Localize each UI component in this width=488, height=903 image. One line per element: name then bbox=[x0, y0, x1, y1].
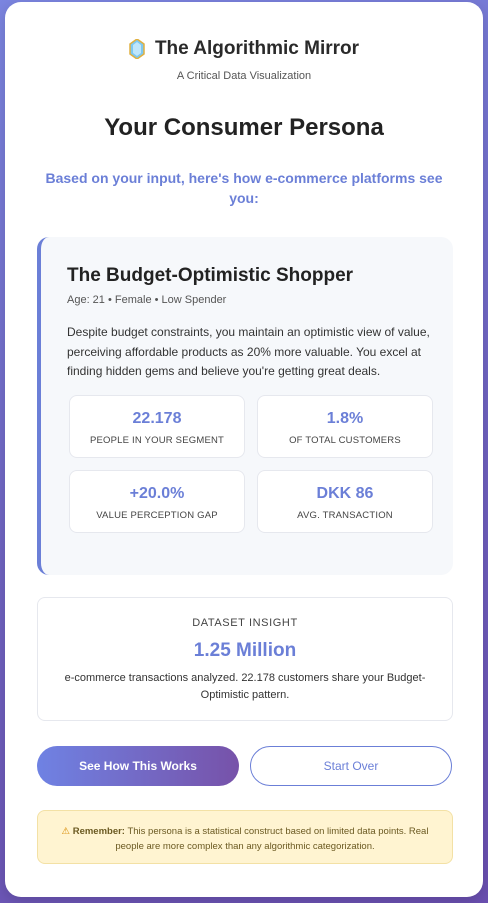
insight-value: 1.25 Million bbox=[193, 640, 297, 661]
see-how-this-works-button[interactable]: See How This Works bbox=[37, 746, 239, 786]
persona-card: The Budget-Optimistic Shopper Age: 21 • … bbox=[37, 237, 453, 575]
page-title: Your Consumer Persona bbox=[104, 114, 384, 141]
notice-heading: Remember: bbox=[72, 826, 125, 837]
notice-text: This persona is a statistical construct … bbox=[115, 826, 429, 852]
insight-text: e-commerce transactions analyzed. 22.178… bbox=[64, 672, 426, 701]
crystal-gem-icon bbox=[129, 39, 145, 59]
stat-value: +20.0% bbox=[129, 485, 185, 502]
stat-value: DKK 86 bbox=[316, 485, 374, 502]
stat-avg-transaction: DKK 86 AVG. TRANSACTION bbox=[257, 470, 433, 533]
main-card: The Algorithmic Mirror A Critical Data V… bbox=[5, 2, 483, 897]
persona-name: The Budget-Optimistic Shopper bbox=[67, 265, 354, 286]
warning-icon: ⚠ bbox=[61, 826, 71, 837]
persona-meta: Age: 21 • Female • Low Spender bbox=[67, 294, 227, 306]
start-over-button[interactable]: Start Over bbox=[250, 746, 452, 786]
stat-label: AVG. TRANSACTION bbox=[297, 510, 393, 521]
stat-label: OF TOTAL CUSTOMERS bbox=[289, 435, 401, 446]
stat-perception-gap: +20.0% VALUE PERCEPTION GAP bbox=[69, 470, 245, 533]
insight-label: DATASET INSIGHT bbox=[192, 617, 298, 629]
persona-description: Despite budget constraints, you maintain… bbox=[67, 325, 430, 378]
stat-segment-size: 22.178 PEOPLE IN YOUR SEGMENT bbox=[69, 395, 245, 458]
stat-value: 22.178 bbox=[132, 410, 182, 427]
stat-label: VALUE PERCEPTION GAP bbox=[96, 510, 218, 521]
stat-value: 1.8% bbox=[326, 410, 364, 427]
brand-header: The Algorithmic Mirror bbox=[5, 38, 483, 60]
app-title: The Algorithmic Mirror bbox=[154, 38, 360, 59]
dataset-insight-card: DATASET INSIGHT 1.25 Million e-commerce … bbox=[37, 597, 453, 721]
disclaimer-notice: ⚠ Remember: This persona is a statistica… bbox=[37, 810, 453, 864]
intro-text: Based on your input, here's how e-commer… bbox=[45, 170, 443, 206]
stat-total-share: 1.8% OF TOTAL CUSTOMERS bbox=[257, 395, 433, 458]
stat-label: PEOPLE IN YOUR SEGMENT bbox=[89, 435, 225, 446]
app-subtitle: A Critical Data Visualization bbox=[176, 70, 312, 82]
